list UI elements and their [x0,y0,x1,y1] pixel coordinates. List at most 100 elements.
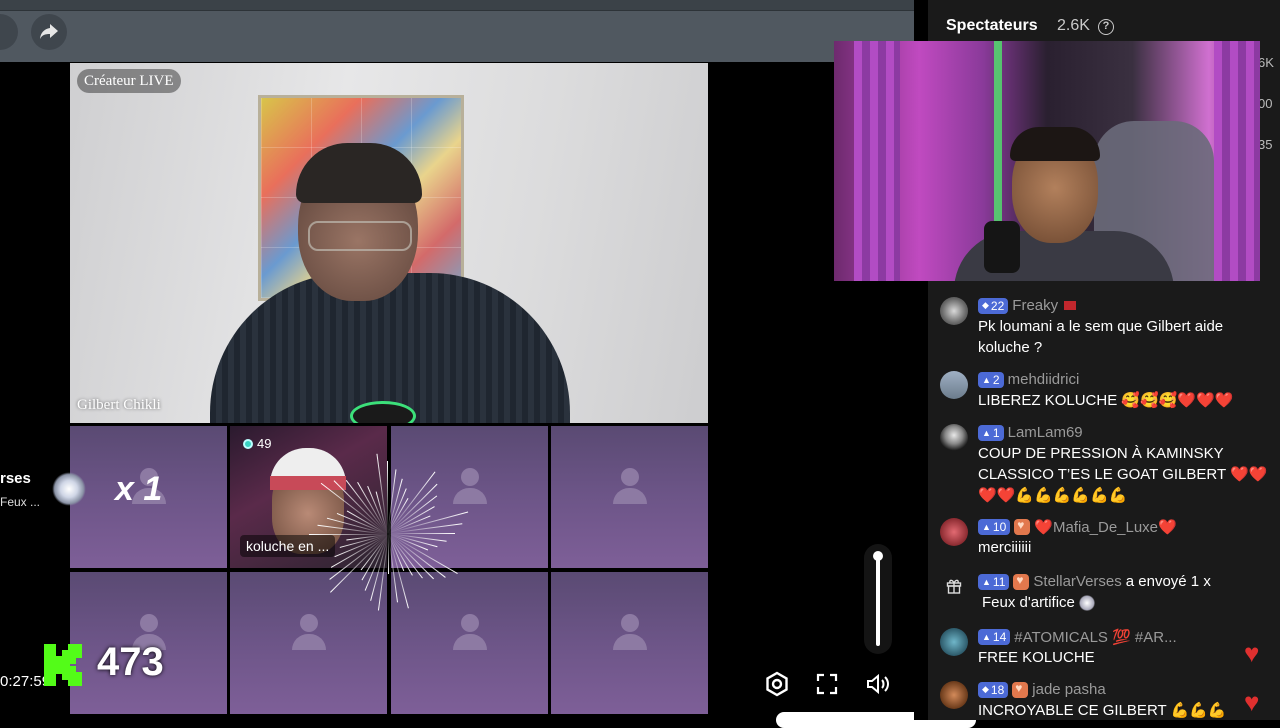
pip-curtain [1214,41,1260,281]
chat-meta: ◆ 22 Freaky [978,297,1077,314]
message-text: INCROYABLE CE GILBERT 💪💪💪 [978,702,1227,719]
avatar-placeholder-icon [613,614,647,650]
guest-slot-empty[interactable] [391,572,548,714]
level-badge: ◆ 18 [978,681,1009,698]
chat-meta: ◆18 jade pasha [978,681,1106,698]
kick-logo-icon [44,644,82,686]
level-badge: ◆ 22 [978,297,1009,314]
fan-heart-icon [1014,518,1031,535]
chat-message[interactable]: ▲ 2 mehdiidrici LIBEREZ KOLUCHE 🥰🥰🥰❤️❤️❤️ [940,371,1270,413]
pip-edge-text: 6K 00 35 [1258,55,1274,152]
avatar [940,681,968,709]
settings-button[interactable] [759,666,795,702]
avatar-placeholder-icon [292,614,326,650]
gift-name: Feux ... [0,495,41,509]
guest-viewer-count: 49 [243,436,271,451]
message-text: Pk loumani a le sem que Gilbert aide kol… [978,318,1224,356]
chat-meta: ▲11 StellarVerses a envoyé 1 x [978,573,1211,590]
avatar [940,424,968,452]
message-text: LIBEREZ KOLUCHE 🥰🥰🥰❤️❤️❤️ [978,392,1234,409]
level-number: 2 [992,372,1000,387]
username[interactable]: mehdiidrici [1008,371,1080,388]
firework-gift-icon [52,472,86,506]
level-number: 22 [990,298,1005,313]
gift-sender-name: rses [0,470,31,487]
fan-heart-icon [1012,681,1029,698]
level-badge: ▲ 11 [978,573,1010,590]
chat-message[interactable]: ▲10 ❤️Mafia_De_Luxe❤️ merciiiiii [940,518,1270,560]
fan-heart-icon [1013,573,1030,590]
gift-name-text: Feux d'artifice [982,592,1280,613]
gift-name: Feux d'artifice [982,594,1075,611]
streamer-pip-video[interactable] [834,41,1260,281]
host-name-label: Gilbert Chikli [77,397,161,413]
guest-slot-empty[interactable] [551,426,708,568]
chat-meta: ▲ 2 mehdiidrici [978,371,1079,388]
spectators-label: Spectateurs [946,17,1038,34]
pip-edge-2: 00 [1258,96,1273,111]
level-badge: ▲ 1 [978,424,1004,441]
stream-timer: 0:27:59 [0,673,51,690]
fullscreen-button[interactable] [809,666,845,702]
username[interactable]: StellarVerses [1033,573,1121,590]
chat-message[interactable]: ▲ 1 LamLam69 COUP DE PRESSION À KAMINSKY … [940,424,1270,508]
guest-caption: koluche en ... [240,535,336,557]
avatar-placeholder-icon [453,614,487,650]
pip-hair [1010,127,1100,161]
chat-meta: ▲ 1 LamLam69 [978,424,1083,441]
avatar [940,628,968,656]
volume-button[interactable] [860,666,896,702]
level-badge: ▲ 10 [978,519,1011,535]
username[interactable]: #ATOMICALS 💯 #AR... [1014,628,1176,646]
creator-live-badge: Créateur LIVE [77,69,181,93]
guest-slot-empty[interactable] [230,572,387,714]
help-icon[interactable]: ? [1098,19,1114,35]
username[interactable]: ❤️Mafia_De_Luxe❤️ [1034,518,1176,536]
gift-multiplier: x 1 [115,470,163,508]
microphone [350,401,416,423]
share-button[interactable] [31,14,67,50]
level-number: 11 [992,574,1006,589]
volume-icon [867,673,889,695]
flag-icon [1064,301,1077,310]
username[interactable]: jade pasha [1032,681,1105,698]
chat-meta: ▲10 ❤️Mafia_De_Luxe❤️ [978,518,1177,536]
message-text: FREE KOLUCHE [978,649,1095,666]
share-arrow-icon [40,24,58,39]
chat-message[interactable]: ◆ 22 Freaky Pk loumani a le sem que Gilbe… [940,297,1270,359]
host-video-tile[interactable] [70,63,708,423]
volume-track[interactable] [876,556,880,646]
username[interactable]: LamLam69 [1008,424,1083,441]
settings-icon [766,671,788,697]
message-text: merciiiiii [978,539,1032,556]
host-glasses [308,221,412,251]
fullscreen-icon [816,673,838,695]
gift-box-icon [946,579,962,594]
guest-slot-empty[interactable] [551,572,708,714]
avatar-placeholder-icon [613,468,647,504]
avatar [940,297,968,325]
username[interactable]: Freaky [1012,297,1058,314]
level-badge: ▲ 14 [978,629,1011,645]
chat-meta: ▲ 14 #ATOMICALS 💯 #AR... [978,628,1177,646]
level-number: 14 [992,630,1007,644]
firework-ray [309,534,388,535]
message-text: COUP DE PRESSION À KAMINSKY CLASSICO T’E… [978,445,1268,504]
floating-heart-icon: ♥ [1244,687,1260,717]
kick-count: 473 [97,640,164,684]
spectators-count: 2.6K [1057,17,1090,34]
address-bar[interactable] [0,0,914,11]
level-number: 10 [992,520,1007,534]
level-badge: ▲ 2 [978,371,1004,388]
volume-knob[interactable] [873,551,883,561]
guest-viewer-number: 49 [257,436,272,451]
gift-message[interactable]: ▲11 StellarVerses a envoyé 1 x Feux d'ar… [940,573,1270,617]
level-number: 1 [992,425,1000,440]
pip-edge-3: 35 [1258,137,1273,152]
chat-message[interactable]: ◆18 jade pasha INCROYABLE CE GILBERT 💪💪💪 [940,681,1270,720]
gift-action-text: a envoyé 1 x [1125,573,1211,590]
chat-message[interactable]: ▲ 14 #ATOMICALS 💯 #AR... FREE KOLUCHE [940,628,1270,670]
pip-edge-1: 6K [1258,55,1274,70]
avatar [940,371,968,399]
viewer-dot-icon [243,438,253,449]
